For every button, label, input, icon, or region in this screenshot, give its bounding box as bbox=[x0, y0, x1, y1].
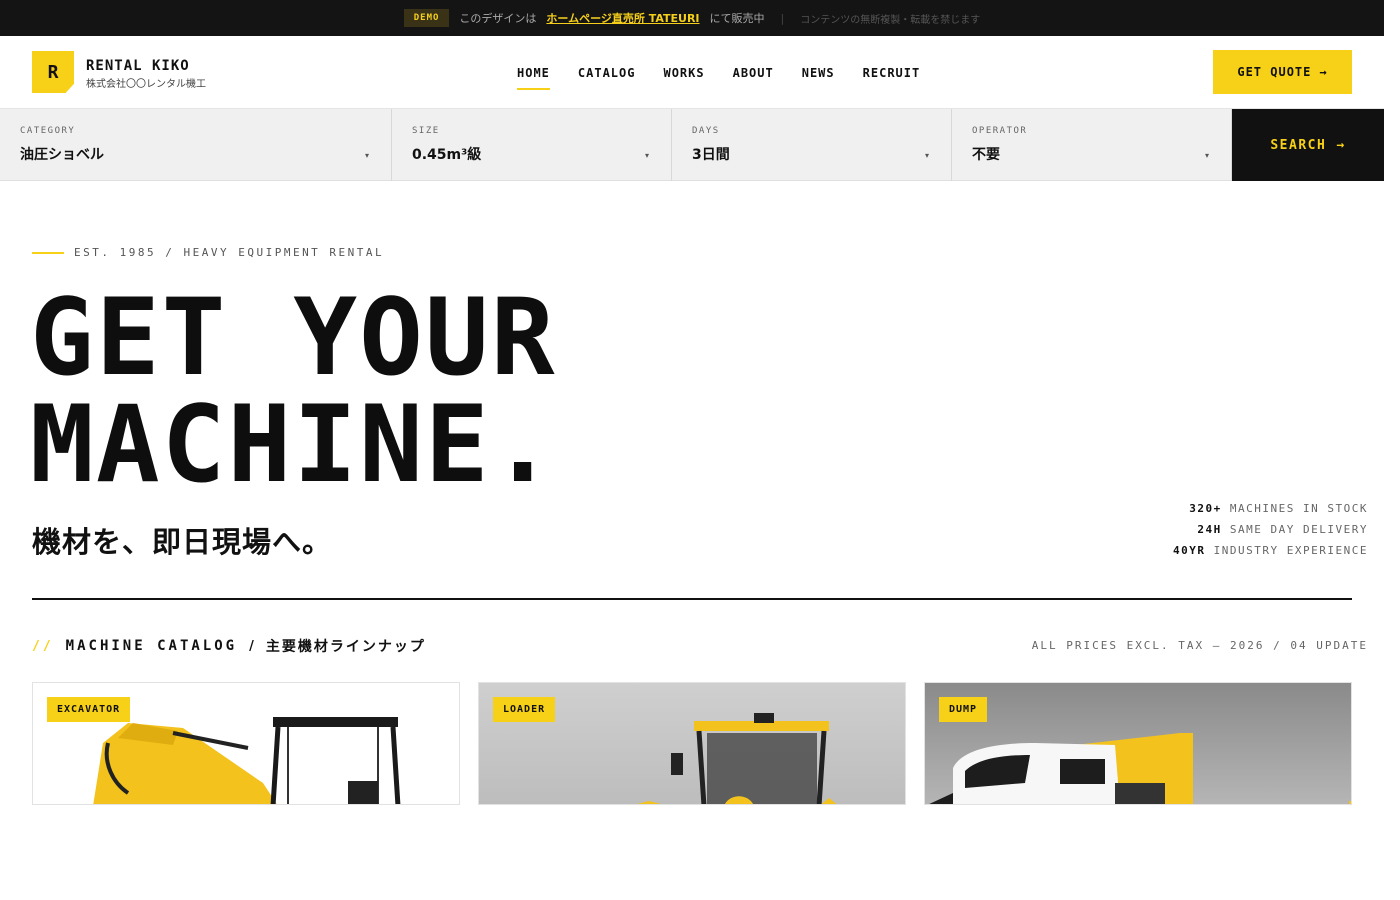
hero-stats: 320+ MACHINES IN STOCK 24H SAME DAY DELI… bbox=[1173, 502, 1368, 565]
demo-badge: DEMO bbox=[403, 9, 450, 27]
catalog-card-loader[interactable]: LOADER bbox=[478, 682, 906, 805]
company-name: 株式会社〇〇レンタル機工 bbox=[86, 79, 206, 90]
hero-headline-line-1: GET YOUR bbox=[30, 276, 557, 399]
demo-copyright-note: コンテンツの無断複製・転載を禁じます bbox=[800, 14, 981, 26]
catalog-card-excavator[interactable]: EXCAVATOR bbox=[32, 682, 460, 805]
nav-about[interactable]: ABOUT bbox=[733, 66, 774, 90]
search-button[interactable]: SEARCH → bbox=[1232, 109, 1384, 181]
demo-divider: | bbox=[780, 11, 785, 25]
size-select[interactable]: SIZE 0.45m³級 ▾ bbox=[392, 109, 672, 181]
heading-separator: / bbox=[249, 638, 254, 654]
chevron-down-icon: ▾ bbox=[1204, 151, 1209, 160]
chevron-down-icon: ▾ bbox=[644, 151, 649, 160]
stat-delivery: 24H SAME DAY DELIVERY bbox=[1173, 523, 1368, 538]
chevron-down-icon: ▾ bbox=[924, 151, 929, 160]
eyebrow-rule bbox=[32, 251, 64, 254]
demo-shop-link[interactable]: ホームページ直売所 TATEURI bbox=[546, 10, 699, 26]
hero-eyebrow: EST. 1985 / HEAVY EQUIPMENT RENTAL bbox=[32, 246, 384, 259]
catalog-card-dump[interactable]: DUMP bbox=[924, 682, 1352, 805]
brand-name[interactable]: RENTAL KIKO bbox=[86, 58, 190, 74]
hero-headline-line-2: MACHINE. bbox=[30, 383, 557, 506]
nav-works[interactable]: WORKS bbox=[663, 66, 704, 90]
arrow-right-icon: → bbox=[1319, 65, 1328, 79]
operator-select[interactable]: OPERATOR 不要 ▾ bbox=[952, 109, 1232, 181]
size-value: 0.45m³級 bbox=[412, 147, 482, 163]
dump-truck-image bbox=[929, 733, 1351, 804]
days-select[interactable]: DAYS 3日間 ▾ bbox=[672, 109, 952, 181]
equipment-search-bar: CATEGORY 油圧ショベル ▾ SIZE 0.45m³級 ▾ DAYS 3日… bbox=[0, 109, 1384, 181]
stat-label: INDUSTRY EXPERIENCE bbox=[1213, 544, 1368, 557]
demo-text-after: にて販売中 bbox=[709, 12, 765, 25]
size-label: SIZE bbox=[412, 126, 440, 136]
stat-value: 24H bbox=[1197, 523, 1222, 536]
main-nav: HOME CATALOG WORKS ABOUT NEWS RECRUIT bbox=[517, 66, 920, 90]
nav-news[interactable]: NEWS bbox=[802, 66, 835, 90]
days-value: 3日間 bbox=[692, 147, 730, 163]
category-value: 油圧ショベル bbox=[20, 147, 104, 163]
stat-label: MACHINES IN STOCK bbox=[1229, 502, 1368, 515]
catalog-title-jp: 主要機材ラインナップ bbox=[265, 639, 426, 655]
search-label: SEARCH bbox=[1270, 137, 1327, 153]
catalog-title: MACHINE CATALOG bbox=[65, 638, 238, 654]
hero-tagline: 機材を、即日現場へ。 bbox=[32, 525, 333, 559]
card-category-tag: LOADER bbox=[493, 697, 556, 722]
stat-label: SAME DAY DELIVERY bbox=[1229, 523, 1368, 536]
eyebrow-text: EST. 1985 / HEAVY EQUIPMENT RENTAL bbox=[74, 246, 385, 259]
price-note: ALL PRICES EXCL. TAX — 2026 / 04 UPDATE bbox=[1031, 639, 1368, 652]
logo-mark[interactable]: R bbox=[32, 51, 74, 93]
operator-value: 不要 bbox=[972, 147, 1000, 163]
nav-catalog[interactable]: CATALOG bbox=[578, 66, 636, 90]
get-quote-button[interactable]: GET QUOTE → bbox=[1213, 50, 1352, 94]
demo-text-before: このデザインは bbox=[459, 12, 537, 25]
category-label: CATEGORY bbox=[20, 126, 76, 136]
get-quote-label: GET QUOTE bbox=[1237, 65, 1312, 79]
section-divider bbox=[32, 598, 1352, 600]
category-select[interactable]: CATEGORY 油圧ショベル ▾ bbox=[0, 109, 392, 181]
heading-slash: // bbox=[32, 638, 54, 654]
stat-value: 320+ bbox=[1189, 502, 1222, 515]
demo-bar: DEMO このデザインは ホームページ直売所 TATEURI にて販売中 | コ… bbox=[0, 0, 1384, 36]
stat-stock: 320+ MACHINES IN STOCK bbox=[1173, 502, 1368, 517]
stat-value: 40YR bbox=[1173, 544, 1206, 557]
arrow-right-icon: → bbox=[1336, 137, 1346, 153]
chevron-down-icon: ▾ bbox=[364, 151, 369, 160]
site-header: R RENTAL KIKO 株式会社〇〇レンタル機工 HOME CATALOG … bbox=[0, 36, 1384, 109]
card-category-tag: EXCAVATOR bbox=[47, 697, 131, 722]
catalog-heading: // MACHINE CATALOG / 主要機材ラインナップ bbox=[32, 636, 426, 656]
nav-home[interactable]: HOME bbox=[517, 66, 550, 90]
card-category-tag: DUMP bbox=[939, 697, 988, 722]
days-label: DAYS bbox=[692, 126, 720, 136]
stat-experience: 40YR INDUSTRY EXPERIENCE bbox=[1173, 544, 1368, 559]
nav-recruit[interactable]: RECRUIT bbox=[863, 66, 921, 90]
operator-label: OPERATOR bbox=[972, 126, 1028, 136]
